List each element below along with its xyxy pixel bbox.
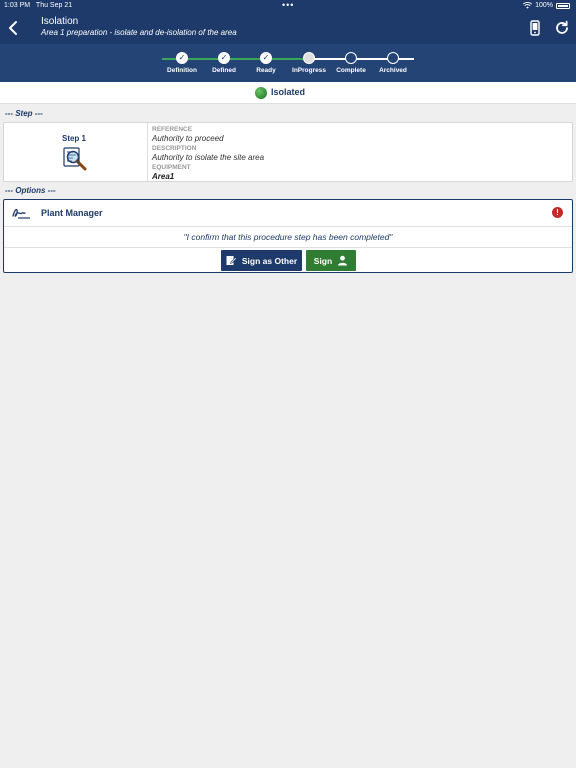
stage-current-icon — [303, 52, 315, 64]
edit-document-icon — [226, 256, 237, 265]
stage-check-icon: ✓ — [218, 52, 230, 64]
stage-pending-icon — [345, 52, 357, 64]
signature-icon — [12, 208, 30, 219]
reference-value: Authority to proceed — [152, 134, 224, 143]
status-bar: 1:03 PM Thu Sep 21 ••• 100% — [0, 0, 576, 12]
signoff-option-card: Plant Manager ! "I confirm that this pro… — [3, 199, 573, 273]
stage-pending-icon — [387, 52, 399, 64]
app-header: Isolation Area 1 preparation - isolate a… — [0, 12, 576, 44]
page-title: Isolation — [41, 16, 79, 27]
refresh-icon[interactable] — [554, 20, 570, 36]
step-name: Step 1 — [61, 134, 86, 143]
step-fields: REFERENCE Authority to proceed DESCRIPTI… — [152, 125, 264, 182]
sign-button[interactable]: Sign — [306, 250, 356, 271]
page-subtitle: Area 1 preparation - isolate and de-isol… — [41, 28, 237, 37]
status-clock: 1:03 PM — [4, 2, 31, 9]
sign-label: Sign — [313, 255, 333, 266]
battery-icon — [556, 2, 570, 9]
multitask-dots[interactable]: ••• — [282, 0, 294, 10]
signer-role: Plant Manager — [41, 208, 103, 218]
back-button[interactable] — [6, 19, 22, 37]
divider — [4, 247, 572, 248]
lifecycle-stepper: ✓ Definition ✓ Defined ✓ Ready InProgres… — [0, 44, 576, 82]
options-section-label: --- Options --- — [5, 186, 56, 195]
signoff-header: Plant Manager ! — [4, 200, 572, 227]
confirmation-text: "I confirm that this procedure step has … — [183, 232, 393, 242]
stage-check-icon: ✓ — [176, 52, 188, 64]
inspect-document-icon — [63, 147, 87, 171]
sign-as-other-button[interactable]: Sign as Other — [221, 250, 302, 271]
state-text: Isolated — [271, 87, 306, 97]
battery-text: 100% — [535, 2, 553, 9]
reference-label: REFERENCE — [152, 126, 193, 133]
status-time: 1:03 PM Thu Sep 21 — [4, 2, 72, 9]
step-section-label: --- Step --- — [5, 109, 43, 118]
stage-check-icon: ✓ — [260, 52, 272, 64]
stage-archived: Archived — [363, 52, 423, 74]
state-bar: Isolated — [0, 82, 576, 104]
wifi-icon — [523, 2, 533, 9]
step-summary: Step 1 — [4, 123, 148, 181]
equipment-label: EQUIPMENT — [152, 164, 191, 171]
step-card[interactable]: Step 1 REFERENCE Authority to proceed DE… — [3, 122, 573, 182]
description-label: DESCRIPTION — [152, 145, 197, 152]
status-date: Thu Sep 21 — [35, 2, 73, 9]
status-dot-icon — [255, 87, 267, 99]
alert-icon: ! — [552, 207, 563, 218]
stage-label: Archived — [379, 67, 407, 74]
equipment-value: Area1 — [152, 172, 175, 181]
sign-as-other-label: Sign as Other — [241, 255, 298, 266]
status-right: 100% — [523, 2, 570, 9]
user-icon — [338, 255, 348, 266]
description-value: Authority to isolate the site area — [152, 153, 265, 162]
mobile-device-icon[interactable] — [528, 20, 542, 36]
